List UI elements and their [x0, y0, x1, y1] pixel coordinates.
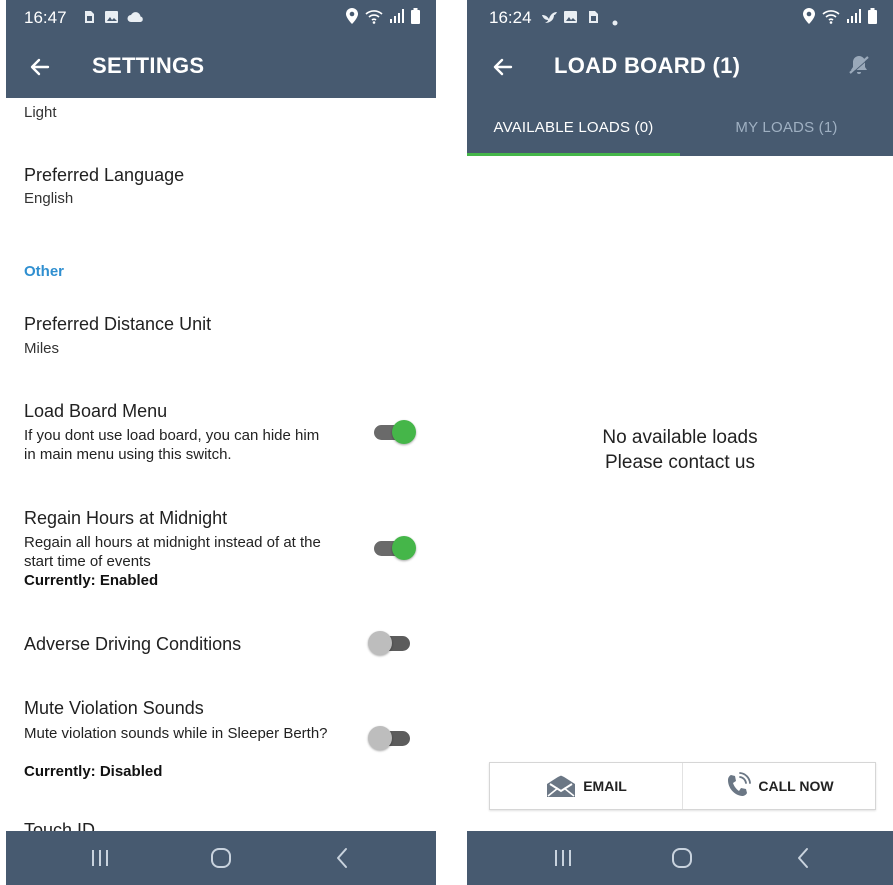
- setting-value: English: [24, 190, 74, 207]
- sim-card-icon: [82, 10, 96, 27]
- system-status-icons: [803, 8, 877, 24]
- empty-state-line: No available loads: [602, 427, 758, 448]
- system-status-icons: [346, 8, 420, 24]
- regain-hours-switch[interactable]: [372, 535, 418, 561]
- settings-screen: 16:47 SETTINGS Light Preferred Language …: [6, 0, 436, 885]
- home-icon[interactable]: [207, 844, 235, 872]
- back-nav-icon[interactable]: [328, 844, 356, 872]
- battery-icon: [868, 8, 877, 24]
- setting-description: Regain all hours at midnight instead of …: [24, 534, 321, 570]
- bird-icon: [541, 10, 558, 27]
- setting-status: Currently: Disabled: [24, 763, 163, 780]
- system-nav-bar: [6, 831, 436, 885]
- sim-card-icon: [586, 10, 600, 27]
- active-tab-indicator: [467, 153, 680, 156]
- email-icon: [545, 774, 577, 798]
- location-icon: [346, 8, 358, 24]
- load-board-screen: 16:24 LOAD BOARD (1) AVAILABLE LOADS (0)…: [467, 0, 893, 885]
- wifi-icon: [822, 9, 840, 24]
- section-header-other: Other: [24, 263, 65, 280]
- setting-label: Adverse Driving Conditions: [24, 634, 242, 654]
- setting-description: Mute violation sounds while in Sleeper B…: [24, 725, 328, 742]
- status-bar: 16:47: [6, 0, 436, 36]
- cloud-icon: [127, 10, 144, 26]
- recent-apps-icon[interactable]: [549, 844, 577, 872]
- app-bar: LOAD BOARD (1): [467, 36, 893, 98]
- wifi-icon: [365, 9, 383, 24]
- status-time: 16:24: [489, 8, 532, 27]
- tab-my-loads[interactable]: MY LOADS (1): [680, 98, 893, 156]
- battery-icon: [411, 8, 420, 24]
- back-nav-icon[interactable]: [789, 844, 817, 872]
- load-board-menu-switch[interactable]: [372, 419, 418, 445]
- settings-list[interactable]: Light Preferred Language English Other P…: [6, 98, 436, 831]
- page-title: SETTINGS: [92, 53, 205, 78]
- empty-state: No available loads Please contact us: [467, 425, 893, 475]
- call-now-button-label: CALL NOW: [758, 778, 834, 794]
- contact-action-bar: EMAIL CALL NOW: [489, 762, 876, 810]
- home-icon[interactable]: [668, 844, 696, 872]
- back-arrow-icon[interactable]: [26, 53, 54, 81]
- setting-label: Regain Hours at Midnight: [24, 508, 228, 528]
- recent-apps-icon[interactable]: [86, 844, 114, 872]
- adverse-driving-switch[interactable]: [368, 630, 414, 656]
- theme-value: Light: [24, 104, 57, 121]
- image-icon: [104, 10, 119, 27]
- location-icon: [803, 8, 815, 24]
- setting-label: Preferred Distance Unit: [24, 314, 212, 334]
- page-title: LOAD BOARD (1): [554, 53, 741, 78]
- empty-state-line: Please contact us: [605, 452, 755, 473]
- email-button[interactable]: EMAIL: [490, 763, 682, 809]
- notifications-off-icon[interactable]: [847, 53, 871, 82]
- mute-violation-switch[interactable]: [368, 725, 414, 751]
- system-nav-bar: [467, 831, 893, 885]
- email-button-label: EMAIL: [583, 778, 627, 794]
- setting-status: Currently: Enabled: [24, 572, 159, 589]
- call-now-button[interactable]: CALL NOW: [682, 763, 875, 809]
- tab-bar: AVAILABLE LOADS (0) MY LOADS (1): [467, 98, 893, 156]
- setting-label: Preferred Language: [24, 165, 185, 185]
- signal-icon: [847, 9, 861, 23]
- image-icon: [563, 10, 578, 27]
- setting-touch-id[interactable]: Touch ID: [24, 820, 95, 831]
- signal-icon: [390, 9, 404, 23]
- status-time: 16:47: [24, 8, 67, 27]
- setting-value: Miles: [24, 340, 60, 357]
- setting-label: Load Board Menu: [24, 401, 168, 421]
- app-bar: SETTINGS: [6, 36, 436, 98]
- dot-icon: [612, 14, 618, 29]
- phone-call-icon: [724, 772, 752, 800]
- back-arrow-icon[interactable]: [489, 53, 517, 81]
- setting-description: If you dont use load board, you can hide…: [24, 427, 320, 463]
- setting-label: Mute Violation Sounds: [24, 698, 204, 718]
- tab-available-loads[interactable]: AVAILABLE LOADS (0): [467, 98, 680, 156]
- status-bar: 16:24: [467, 0, 893, 36]
